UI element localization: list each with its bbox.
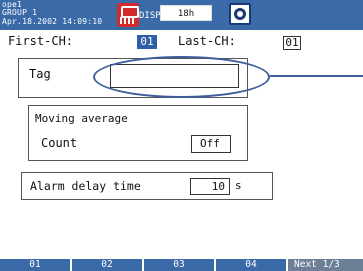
channel-range-row: First-CH: 01 Last-CH: 01 — [0, 32, 363, 50]
alarm-delay-unit: s — [235, 179, 242, 192]
time-division-box: 18h — [160, 5, 212, 21]
first-ch-field[interactable]: 01 — [137, 35, 157, 49]
last-ch-label: Last-CH: — [178, 34, 236, 48]
softkey-bar: 01 02 03 04 Next 1/3 — [0, 259, 363, 271]
alarm-delay-panel: Alarm delay time 10 s — [21, 172, 273, 200]
softkey-next[interactable]: Next 1/3 — [288, 259, 363, 271]
disp-label: DISP — [139, 11, 161, 21]
highlight-ellipse — [93, 56, 270, 98]
count-field[interactable]: Off — [191, 135, 231, 153]
group-name: GROUP 1 — [2, 8, 38, 17]
tag-label: Tag — [29, 67, 51, 81]
moving-average-panel: Moving average Count Off — [28, 105, 248, 161]
status-header: ope1 GROUP 1 Apr.18.2002 14:09:10 DISP 1… — [0, 0, 363, 30]
last-ch-field[interactable]: 01 — [283, 36, 301, 50]
alarm-delay-field[interactable]: 10 — [190, 178, 230, 195]
softkey-03[interactable]: 03 — [144, 259, 216, 271]
first-ch-label: First-CH: — [8, 34, 74, 48]
softkey-04[interactable]: 04 — [216, 259, 288, 271]
callout-line — [270, 75, 363, 77]
softkey-02[interactable]: 02 — [72, 259, 144, 271]
softkey-01[interactable]: 01 — [0, 259, 72, 271]
count-label: Count — [41, 136, 78, 150]
date-time: Apr.18.2002 14:09:10 — [2, 17, 103, 26]
alarm-delay-label: Alarm delay time — [30, 179, 141, 193]
alarm-display-icon — [117, 3, 139, 27]
moving-average-title: Moving average — [35, 112, 128, 125]
target-icon — [229, 3, 251, 25]
